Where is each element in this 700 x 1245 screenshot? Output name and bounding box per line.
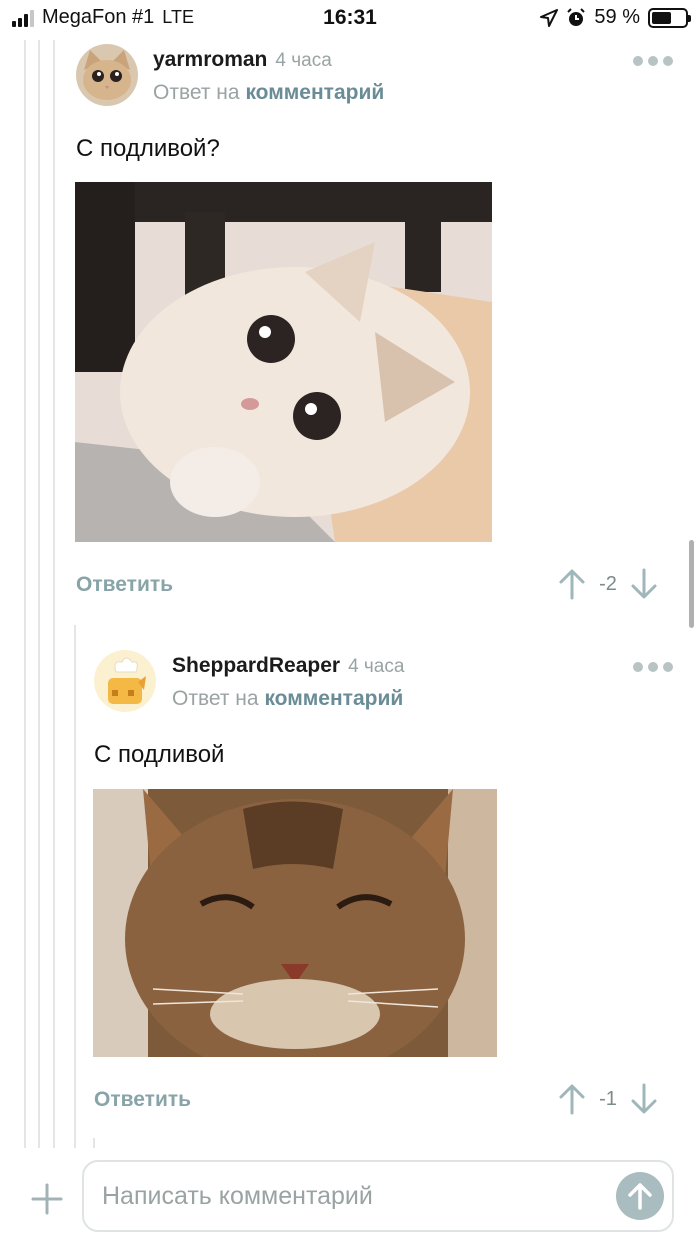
reply-to-link[interactable]: комментарий xyxy=(264,687,403,710)
author-name[interactable]: SheppardReaper xyxy=(172,654,340,677)
comment-text: С подливой xyxy=(94,741,225,768)
upvote-arrow-icon[interactable] xyxy=(558,1083,586,1115)
comment-time: 4 часа xyxy=(275,50,332,71)
send-button[interactable] xyxy=(616,1172,664,1220)
arrow-up-icon xyxy=(628,1183,652,1210)
alarm-clock-icon xyxy=(567,7,586,26)
comment-text: С подливой? xyxy=(76,135,220,162)
battery-icon xyxy=(648,7,691,28)
reply-to-label: Ответ на xyxy=(153,81,240,104)
battery-percent: 59 % xyxy=(594,6,640,28)
attach-plus-icon[interactable] xyxy=(30,1182,64,1216)
thread-line xyxy=(24,40,26,1150)
location-arrow-icon xyxy=(540,8,559,27)
reply-to-label: Ответ на xyxy=(172,687,259,710)
reply-to-link[interactable]: комментарий xyxy=(245,81,384,104)
author-name[interactable]: yarmroman xyxy=(153,48,267,71)
comment-composer xyxy=(0,1148,700,1245)
thread-line xyxy=(74,625,76,1150)
comment-image[interactable] xyxy=(75,182,492,542)
thread-line xyxy=(53,40,55,1150)
avatar[interactable] xyxy=(94,650,156,712)
comment-time: 4 часа xyxy=(348,656,405,677)
reply-button[interactable]: Ответить xyxy=(76,573,173,597)
more-options-icon[interactable] xyxy=(633,662,673,672)
upvote-arrow-icon[interactable] xyxy=(558,568,586,600)
thread-line xyxy=(38,40,40,1150)
comment-input[interactable] xyxy=(102,1162,602,1230)
scroll-indicator[interactable] xyxy=(689,540,694,628)
reply-button[interactable]: Ответить xyxy=(94,1088,191,1112)
downvote-arrow-icon[interactable] xyxy=(630,1083,658,1115)
comment-image[interactable] xyxy=(93,789,497,1057)
vote-score: -2 xyxy=(599,572,617,595)
comment-input-box xyxy=(82,1160,674,1232)
more-options-icon[interactable] xyxy=(633,56,673,66)
status-bar: MegaFon #1 LTE 16:31 59 % xyxy=(0,0,700,40)
vote-score: -1 xyxy=(599,1087,617,1110)
downvote-arrow-icon[interactable] xyxy=(630,568,658,600)
avatar[interactable] xyxy=(76,44,138,106)
